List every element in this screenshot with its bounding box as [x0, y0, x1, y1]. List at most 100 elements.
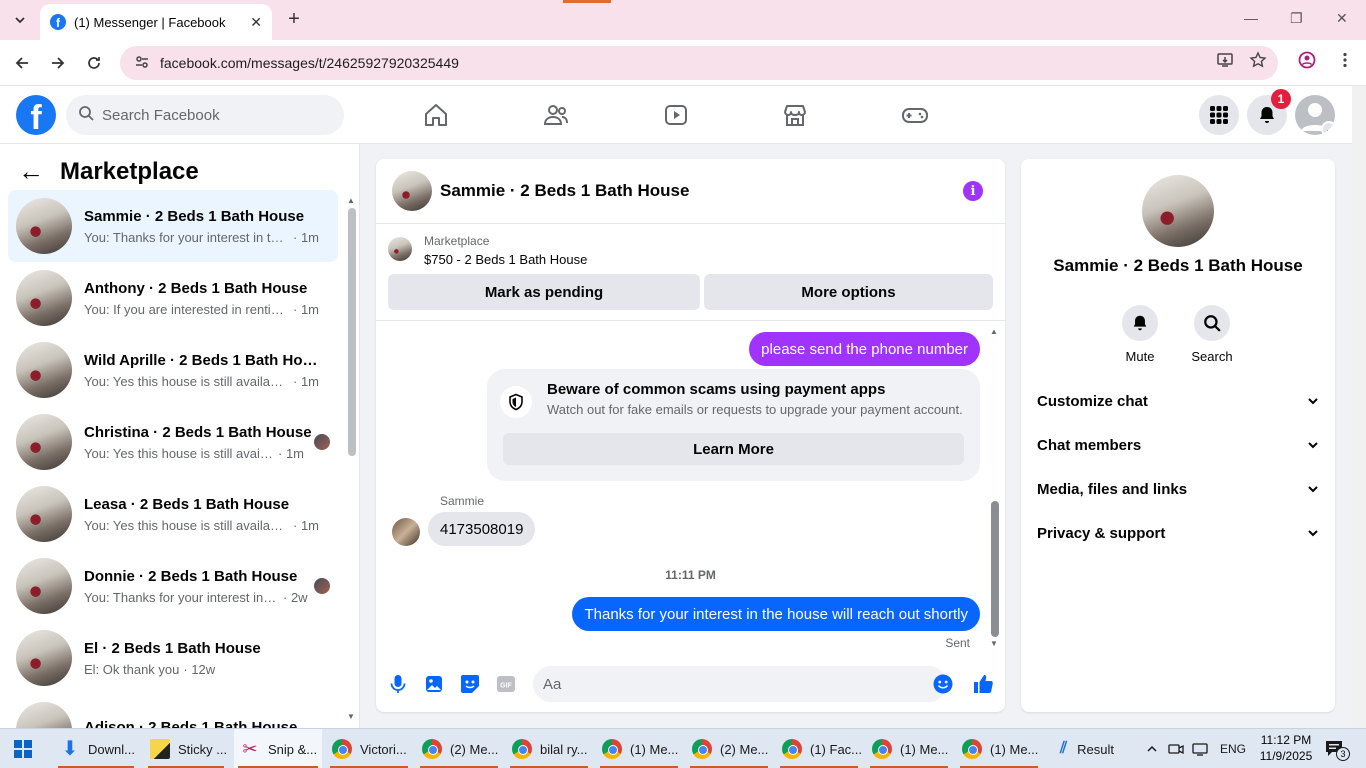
menu-grid-button[interactable]: [1199, 95, 1239, 135]
restore-icon[interactable]: ❐: [1290, 10, 1303, 27]
install-app-icon[interactable]: [1216, 51, 1234, 74]
taskbar-chrome-window[interactable]: (1) Me...: [596, 729, 682, 768]
outgoing-message[interactable]: please send the phone number: [749, 332, 980, 366]
photo-icon[interactable]: [422, 672, 446, 696]
page-scrollbar[interactable]: [1352, 86, 1366, 728]
customize-chat-section[interactable]: Customize chat: [1037, 389, 1319, 413]
taskbar-chrome-window[interactable]: (1) Me...: [866, 729, 952, 768]
profile-icon[interactable]: [1298, 51, 1316, 74]
microphone-icon[interactable]: [386, 672, 410, 696]
back-button[interactable]: [10, 51, 34, 75]
forward-button[interactable]: [46, 51, 70, 75]
notification-center-icon[interactable]: 3: [1324, 739, 1350, 761]
message-input[interactable]: Aa: [533, 666, 947, 702]
mark-as-pending-button[interactable]: Mark as pending: [388, 274, 700, 310]
network-icon[interactable]: [1192, 729, 1208, 768]
conversation-item[interactable]: Christina · 2 Beds 1 Bath House You: Yes…: [8, 406, 338, 478]
taskbar-chrome-window[interactable]: Victori...: [326, 729, 412, 768]
sticker-icon[interactable]: [458, 672, 482, 696]
marketplace-header: ← Marketplace: [18, 156, 199, 187]
outgoing-message[interactable]: Thanks for your interest in the house wi…: [572, 597, 980, 631]
scroll-up-icon[interactable]: ▲: [347, 196, 355, 205]
tab-indicator: [563, 0, 611, 3]
conversation-name: Adison · 2 Beds 1 Bath House: [84, 719, 298, 728]
chat-list-scrollbar[interactable]: ▲ ▼: [346, 196, 356, 722]
media-files-links-section[interactable]: Media, files and links: [1037, 477, 1319, 501]
close-window-icon[interactable]: ✕: [1336, 10, 1348, 27]
marketplace-icon[interactable]: [780, 100, 810, 130]
scrollbar-thumb[interactable]: [348, 208, 356, 456]
new-tab-button[interactable]: +: [282, 8, 306, 32]
taskbar-chrome-window[interactable]: (2) Me...: [416, 729, 502, 768]
windows-start-icon[interactable]: [14, 740, 32, 758]
conversation-item[interactable]: Sammie · 2 Beds 1 Bath House You: Thanks…: [8, 190, 338, 262]
chrome-icon: [602, 739, 622, 759]
facebook-logo-icon[interactable]: f: [16, 95, 56, 135]
gaming-icon[interactable]: [900, 100, 930, 130]
taskbar-sticky-notes[interactable]: Sticky ...: [144, 729, 228, 768]
conversation-time: · 1m: [293, 517, 319, 533]
camera-tray-icon[interactable]: [1168, 729, 1184, 768]
back-arrow-icon[interactable]: ←: [18, 156, 44, 187]
taskbar-chrome-window[interactable]: (1) Me...: [956, 729, 1042, 768]
learn-more-button[interactable]: Learn More: [503, 433, 964, 465]
listing-price-title[interactable]: $750 - 2 Beds 1 Bath House: [424, 252, 587, 267]
taskbar-chrome-window[interactable]: (2) Me...: [686, 729, 772, 768]
watch-video-icon[interactable]: [661, 100, 691, 130]
privacy-support-section[interactable]: Privacy & support: [1037, 521, 1319, 545]
browser-tab-messenger[interactable]: f (1) Messenger | Facebook ✕: [40, 4, 272, 40]
address-bar[interactable]: facebook.com/messages/t/2462592792032544…: [120, 46, 1278, 80]
thread-scrollbar[interactable]: ▲ ▼: [990, 327, 1002, 649]
home-icon[interactable]: [421, 100, 451, 130]
conversation-item[interactable]: Anthony · 2 Beds 1 Bath House You: If yo…: [8, 262, 338, 334]
bookmark-star-icon[interactable]: [1249, 51, 1267, 74]
chat-window: Sammie · 2 Beds 1 Bath House i Marketpla…: [376, 159, 1005, 712]
scroll-down-icon[interactable]: ▼: [347, 712, 355, 721]
download-arrow-icon: ⬇: [61, 738, 79, 760]
sender-avatar[interactable]: [392, 518, 420, 546]
scrollbar-thumb[interactable]: [991, 501, 999, 637]
scam-warning-card: Beware of common scams using payment app…: [487, 369, 980, 481]
scroll-down-icon[interactable]: ▼: [990, 639, 998, 648]
emoji-icon[interactable]: [931, 672, 955, 696]
conversation-item[interactable]: Leasa · 2 Beds 1 Bath House You: Yes thi…: [8, 478, 338, 550]
listing-thumbnail[interactable]: [392, 171, 432, 211]
taskbar-snip-sketch[interactable]: ✂ Snip &...: [234, 729, 322, 768]
thumbs-up-icon[interactable]: [971, 672, 995, 696]
facebook-search-input[interactable]: Search Facebook: [66, 95, 344, 135]
info-icon[interactable]: i: [963, 181, 983, 201]
language-indicator[interactable]: ENG: [1220, 729, 1246, 768]
taskbar-chrome-window[interactable]: (1) Fac...: [776, 729, 862, 768]
marketplace-chat-list: ← Marketplace Sammie · 2 Beds 1 Bath Hou…: [0, 144, 360, 728]
conversation-item[interactable]: Adison · 2 Beds 1 Bath House: [8, 694, 338, 728]
incoming-message[interactable]: 4173508019: [428, 512, 536, 546]
listing-thumbnail[interactable]: [1142, 175, 1214, 247]
more-options-button[interactable]: More options: [704, 274, 993, 310]
mute-button[interactable]: Mute: [1110, 305, 1170, 364]
close-tab-icon[interactable]: ✕: [250, 14, 262, 31]
browser-menu-icon[interactable]: [1336, 51, 1354, 74]
scissors-icon: ✂: [242, 739, 258, 759]
conversation-item[interactable]: El · 2 Beds 1 Bath House El: Ok thank yo…: [8, 622, 338, 694]
taskbar-clock[interactable]: 11:12 PM 11/9/2025: [1254, 732, 1318, 764]
search-in-chat-button[interactable]: Search: [1182, 305, 1242, 364]
tab-search-dropdown[interactable]: [8, 8, 32, 32]
cricket-result-widget[interactable]: ⫽ Result: [1060, 729, 1114, 768]
friends-icon[interactable]: [541, 100, 571, 130]
gif-icon[interactable]: GIF: [494, 672, 518, 696]
search-placeholder: Search Facebook: [102, 106, 220, 124]
minimize-icon[interactable]: —: [1244, 10, 1258, 26]
show-hidden-icons[interactable]: [1146, 729, 1158, 768]
chrome-icon: [332, 739, 352, 759]
scroll-up-icon[interactable]: ▲: [990, 327, 998, 336]
chat-members-section[interactable]: Chat members: [1037, 433, 1319, 457]
conversation-item[interactable]: Wild Aprille · 2 Beds 1 Bath House You: …: [8, 334, 338, 406]
account-avatar[interactable]: ⌄: [1295, 95, 1335, 135]
site-settings-icon[interactable]: [134, 54, 150, 73]
taskbar-downloads[interactable]: ⬇ Downl...: [54, 729, 138, 768]
conversation-item[interactable]: Donnie · 2 Beds 1 Bath House You: Thanks…: [8, 550, 338, 622]
reload-button[interactable]: [82, 51, 106, 75]
taskbar-chrome-window[interactable]: bilal ry...: [506, 729, 592, 768]
chat-title[interactable]: Sammie · 2 Beds 1 Bath House: [440, 181, 689, 201]
conversation-time: · 12w: [183, 661, 216, 677]
